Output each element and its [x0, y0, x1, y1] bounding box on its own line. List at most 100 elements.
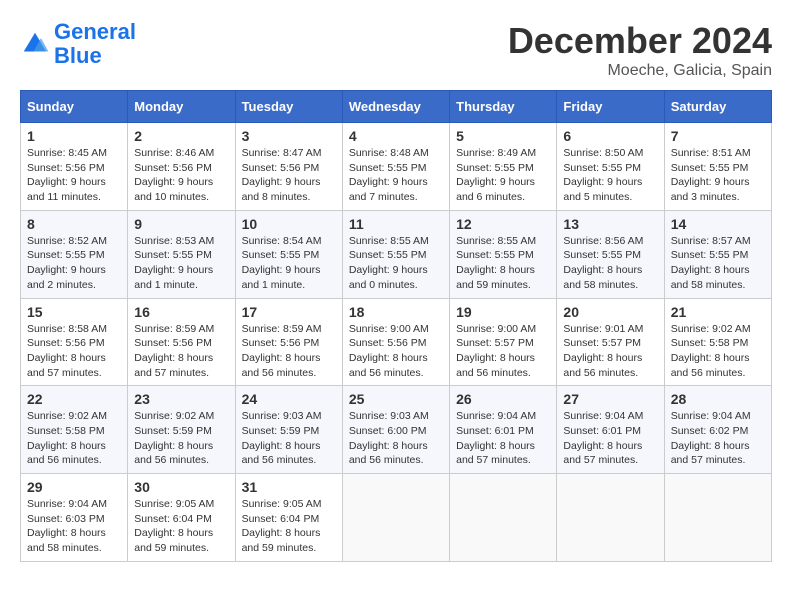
month-title: December 2024	[508, 20, 772, 62]
weekday-header: Sunday	[21, 91, 128, 123]
calendar-week-row: 29 Sunrise: 9:04 AMSunset: 6:03 PMDayligh…	[21, 474, 772, 562]
day-info: Sunrise: 8:54 AMSunset: 5:55 PMDaylight:…	[242, 234, 336, 293]
calendar-cell: 30 Sunrise: 9:05 AMSunset: 6:04 PMDayligh…	[128, 474, 235, 562]
day-number: 23	[134, 391, 228, 407]
day-info: Sunrise: 8:53 AMSunset: 5:55 PMDaylight:…	[134, 234, 228, 293]
weekday-header: Tuesday	[235, 91, 342, 123]
logo: General Blue	[20, 20, 136, 68]
day-number: 12	[456, 216, 550, 232]
weekday-header: Monday	[128, 91, 235, 123]
calendar-cell: 11 Sunrise: 8:55 AMSunset: 5:55 PMDayligh…	[342, 210, 449, 298]
day-number: 19	[456, 304, 550, 320]
day-info: Sunrise: 8:55 AMSunset: 5:55 PMDaylight:…	[349, 234, 443, 293]
calendar-cell: 3Sunrise: 8:47 AMSunset: 5:56 PMDaylight…	[235, 123, 342, 211]
day-number: 6	[563, 128, 657, 144]
day-info: Sunrise: 8:52 AMSunset: 5:55 PMDaylight:…	[27, 234, 121, 293]
calendar-cell: 6 Sunrise: 8:50 AMSunset: 5:55 PMDaylight…	[557, 123, 664, 211]
weekday-header: Friday	[557, 91, 664, 123]
day-info: Sunrise: 9:02 AMSunset: 5:59 PMDaylight:…	[134, 409, 228, 468]
day-info: Sunrise: 8:50 AMSunset: 5:55 PMDaylight:…	[563, 146, 657, 205]
day-info: Sunrise: 9:00 AMSunset: 5:56 PMDaylight:…	[349, 322, 443, 381]
weekday-header: Thursday	[450, 91, 557, 123]
day-number: 11	[349, 216, 443, 232]
calendar-cell: 28 Sunrise: 9:04 AMSunset: 6:02 PMDayligh…	[664, 386, 771, 474]
calendar-cell: 18 Sunrise: 9:00 AMSunset: 5:56 PMDayligh…	[342, 298, 449, 386]
day-info: Sunrise: 8:56 AMSunset: 5:55 PMDaylight:…	[563, 234, 657, 293]
day-info: Sunrise: 8:58 AMSunset: 5:56 PMDaylight:…	[27, 322, 121, 381]
calendar-cell: 23 Sunrise: 9:02 AMSunset: 5:59 PMDayligh…	[128, 386, 235, 474]
day-number: 28	[671, 391, 765, 407]
day-info: Sunrise: 9:01 AMSunset: 5:57 PMDaylight:…	[563, 322, 657, 381]
calendar-table: SundayMondayTuesdayWednesdayThursdayFrid…	[20, 90, 772, 562]
calendar-cell: 24 Sunrise: 9:03 AMSunset: 5:59 PMDayligh…	[235, 386, 342, 474]
day-info: Sunrise: 9:04 AMSunset: 6:03 PMDaylight:…	[27, 497, 121, 556]
calendar-cell: 14Sunrise: 8:57 AMSunset: 5:55 PMDayligh…	[664, 210, 771, 298]
day-info: Sunrise: 9:04 AMSunset: 6:02 PMDaylight:…	[671, 409, 765, 468]
calendar-cell: 25Sunrise: 9:03 AMSunset: 6:00 PMDayligh…	[342, 386, 449, 474]
day-number: 8	[27, 216, 121, 232]
day-info: Sunrise: 9:05 AMSunset: 6:04 PMDaylight:…	[134, 497, 228, 556]
day-number: 20	[563, 304, 657, 320]
day-number: 25	[349, 391, 443, 407]
day-info: Sunrise: 8:59 AMSunset: 5:56 PMDaylight:…	[134, 322, 228, 381]
day-number: 10	[242, 216, 336, 232]
calendar-header-row: SundayMondayTuesdayWednesdayThursdayFrid…	[21, 91, 772, 123]
day-number: 18	[349, 304, 443, 320]
calendar-cell: 10 Sunrise: 8:54 AMSunset: 5:55 PMDayligh…	[235, 210, 342, 298]
day-info: Sunrise: 9:03 AMSunset: 5:59 PMDaylight:…	[242, 409, 336, 468]
day-number: 7	[671, 128, 765, 144]
day-number: 30	[134, 479, 228, 495]
day-info: Sunrise: 8:51 AMSunset: 5:55 PMDaylight:…	[671, 146, 765, 205]
weekday-header: Wednesday	[342, 91, 449, 123]
weekday-header: Saturday	[664, 91, 771, 123]
day-number: 1	[27, 128, 121, 144]
calendar-cell: 8 Sunrise: 8:52 AMSunset: 5:55 PMDaylight…	[21, 210, 128, 298]
calendar-cell: 12 Sunrise: 8:55 AMSunset: 5:55 PMDayligh…	[450, 210, 557, 298]
day-number: 3	[242, 128, 336, 144]
day-number: 5	[456, 128, 550, 144]
day-info: Sunrise: 8:55 AMSunset: 5:55 PMDaylight:…	[456, 234, 550, 293]
calendar-cell: 9 Sunrise: 8:53 AMSunset: 5:55 PMDaylight…	[128, 210, 235, 298]
calendar-cell: 27Sunrise: 9:04 AMSunset: 6:01 PMDayligh…	[557, 386, 664, 474]
calendar-cell: 21 Sunrise: 9:02 AMSunset: 5:58 PMDayligh…	[664, 298, 771, 386]
day-number: 14	[671, 216, 765, 232]
day-info: Sunrise: 9:04 AMSunset: 6:01 PMDaylight:…	[456, 409, 550, 468]
day-number: 17	[242, 304, 336, 320]
day-info: Sunrise: 8:59 AMSunset: 5:56 PMDaylight:…	[242, 322, 336, 381]
day-info: Sunrise: 9:00 AMSunset: 5:57 PMDaylight:…	[456, 322, 550, 381]
calendar-cell: 13 Sunrise: 8:56 AMSunset: 5:55 PMDayligh…	[557, 210, 664, 298]
logo-text: General Blue	[54, 20, 136, 68]
day-number: 13	[563, 216, 657, 232]
location: Moeche, Galicia, Spain	[508, 62, 772, 80]
day-info: Sunrise: 9:02 AMSunset: 5:58 PMDaylight:…	[27, 409, 121, 468]
day-number: 9	[134, 216, 228, 232]
calendar-body: 1Sunrise: 8:45 AMSunset: 5:56 PMDaylight…	[21, 123, 772, 562]
calendar-cell: 7 Sunrise: 8:51 AMSunset: 5:55 PMDaylight…	[664, 123, 771, 211]
day-number: 31	[242, 479, 336, 495]
calendar-cell: 5 Sunrise: 8:49 AMSunset: 5:55 PMDaylight…	[450, 123, 557, 211]
title-area: December 2024 Moeche, Galicia, Spain	[508, 20, 772, 80]
calendar-cell: 26Sunrise: 9:04 AMSunset: 6:01 PMDayligh…	[450, 386, 557, 474]
day-info: Sunrise: 8:49 AMSunset: 5:55 PMDaylight:…	[456, 146, 550, 205]
day-number: 15	[27, 304, 121, 320]
day-number: 29	[27, 479, 121, 495]
calendar-cell	[342, 474, 449, 562]
day-info: Sunrise: 9:04 AMSunset: 6:01 PMDaylight:…	[563, 409, 657, 468]
day-number: 2	[134, 128, 228, 144]
calendar-cell: 2 Sunrise: 8:46 AMSunset: 5:56 PMDaylight…	[128, 123, 235, 211]
day-number: 16	[134, 304, 228, 320]
calendar-cell: 15 Sunrise: 8:58 AMSunset: 5:56 PMDayligh…	[21, 298, 128, 386]
day-number: 24	[242, 391, 336, 407]
calendar-week-row: 15 Sunrise: 8:58 AMSunset: 5:56 PMDayligh…	[21, 298, 772, 386]
calendar-cell: 16 Sunrise: 8:59 AMSunset: 5:56 PMDayligh…	[128, 298, 235, 386]
day-info: Sunrise: 9:02 AMSunset: 5:58 PMDaylight:…	[671, 322, 765, 381]
day-info: Sunrise: 9:05 AMSunset: 6:04 PMDaylight:…	[242, 497, 336, 556]
day-number: 4	[349, 128, 443, 144]
logo-icon	[20, 29, 50, 59]
day-info: Sunrise: 8:48 AMSunset: 5:55 PMDaylight:…	[349, 146, 443, 205]
calendar-cell: 4 Sunrise: 8:48 AMSunset: 5:55 PMDaylight…	[342, 123, 449, 211]
day-info: Sunrise: 8:46 AMSunset: 5:56 PMDaylight:…	[134, 146, 228, 205]
calendar-cell	[664, 474, 771, 562]
calendar-week-row: 1Sunrise: 8:45 AMSunset: 5:56 PMDaylight…	[21, 123, 772, 211]
day-number: 21	[671, 304, 765, 320]
